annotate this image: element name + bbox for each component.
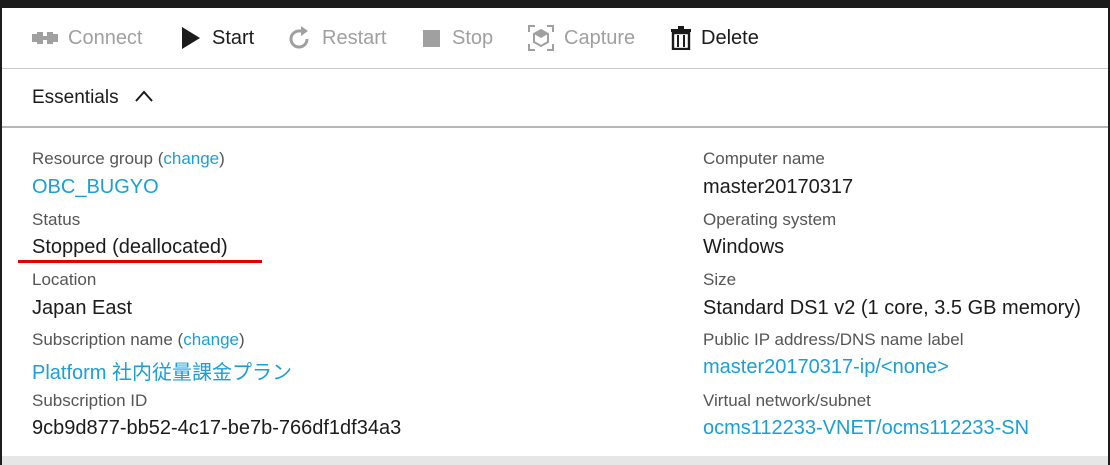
- vm-blade: Connect Start Restart Stop Capture Delet…: [0, 0, 1110, 465]
- start-button[interactable]: Start: [180, 21, 254, 55]
- connect-button[interactable]: Connect: [32, 21, 143, 55]
- os-value: Windows: [703, 236, 785, 258]
- delete-button[interactable]: Delete: [671, 21, 759, 55]
- play-icon: [182, 27, 200, 49]
- stop-label: Stop: [452, 26, 494, 49]
- chevron-up-icon[interactable]: [135, 90, 153, 102]
- stop-icon: [423, 30, 440, 47]
- resource-group-label: Resource group (change): [32, 149, 225, 168]
- vnet-link[interactable]: ocms112233-VNET/ocms112233-SN: [703, 417, 1029, 440]
- size-label: Size: [703, 270, 737, 289]
- capture-button[interactable]: Capture: [528, 21, 635, 55]
- capture-label: Capture: [564, 26, 636, 49]
- computer-name-value: master20170317: [703, 176, 854, 198]
- resource-group-link[interactable]: OBC_BUGYO: [32, 176, 159, 199]
- restart-button[interactable]: Restart: [288, 21, 386, 55]
- command-bar: Connect Start Restart Stop Capture Delet…: [2, 8, 1108, 69]
- public-ip-link[interactable]: master20170317-ip/<none>: [703, 356, 949, 379]
- subscription-change-link[interactable]: change: [183, 330, 239, 349]
- subscription-id-value: 9cb9d877-bb52-4c17-be7b-766df1df34a3: [32, 417, 402, 439]
- delete-label: Delete: [701, 26, 759, 49]
- connect-icon: [32, 32, 58, 44]
- capture-icon: [528, 25, 554, 51]
- location-value: Japan East: [32, 297, 133, 319]
- computer-name-label: Computer name: [703, 149, 825, 168]
- status-highlight-underline: [18, 260, 262, 263]
- subscription-name-label-text: Subscription name: [32, 330, 173, 349]
- essentials-header[interactable]: Essentials: [2, 69, 1108, 128]
- resource-group-label-text: Resource group: [32, 149, 153, 168]
- size-value: Standard DS1 v2 (1 core, 3.5 GB memory): [703, 297, 1081, 319]
- trash-icon: [671, 26, 691, 50]
- stop-button[interactable]: Stop: [422, 21, 493, 55]
- subscription-name-label: Subscription name (change): [32, 330, 245, 349]
- subscription-id-label: Subscription ID: [32, 391, 148, 410]
- restart-label: Restart: [322, 26, 387, 49]
- restart-icon: [289, 26, 309, 49]
- location-label: Location: [32, 270, 97, 289]
- vnet-label: Virtual network/subnet: [703, 391, 871, 410]
- start-label: Start: [212, 26, 255, 49]
- os-label: Operating system: [703, 210, 837, 229]
- status-value: Stopped (deallocated): [32, 236, 228, 258]
- essentials-title: Essentials: [32, 87, 119, 108]
- connect-label: Connect: [68, 26, 143, 49]
- subscription-name-link[interactable]: Platform 社内従量課金プラン: [32, 356, 292, 385]
- resource-group-change-link[interactable]: change: [163, 149, 219, 168]
- status-label: Status: [32, 210, 81, 229]
- bottom-scroll-strip: [2, 456, 1108, 465]
- public-ip-label: Public IP address/DNS name label: [703, 330, 964, 349]
